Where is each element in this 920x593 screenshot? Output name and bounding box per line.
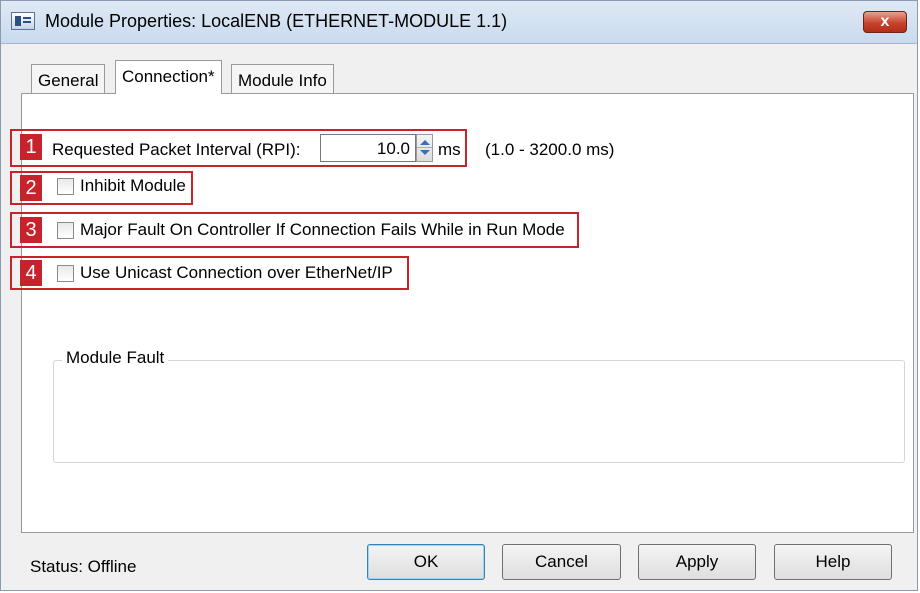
callout-badge-3: 3 bbox=[20, 217, 42, 243]
module-fault-group bbox=[53, 360, 905, 463]
cancel-button[interactable]: Cancel bbox=[502, 544, 621, 580]
tab-connection[interactable]: Connection* bbox=[115, 60, 222, 94]
callout-badge-2: 2 bbox=[20, 175, 42, 201]
callout-badge-1: 1 bbox=[20, 134, 42, 160]
help-button[interactable]: Help bbox=[774, 544, 892, 580]
close-button[interactable]: x bbox=[863, 11, 907, 33]
ok-button[interactable]: OK bbox=[367, 544, 485, 580]
callout-badge-4: 4 bbox=[20, 260, 42, 286]
close-icon: x bbox=[880, 13, 890, 30]
status-text: Status: Offline bbox=[30, 557, 137, 576]
callout-box-3 bbox=[10, 212, 579, 248]
title-bar[interactable]: Module Properties: LocalENB (ETHERNET-MO… bbox=[1, 1, 917, 44]
apply-button[interactable]: Apply bbox=[638, 544, 756, 580]
module-fault-title: Module Fault bbox=[62, 348, 169, 368]
window-title: Module Properties: LocalENB (ETHERNET-MO… bbox=[45, 11, 508, 31]
tab-module-info[interactable]: Module Info bbox=[231, 64, 334, 94]
tab-general[interactable]: General bbox=[31, 64, 106, 94]
callout-box-1 bbox=[10, 129, 467, 167]
module-properties-icon bbox=[11, 12, 35, 30]
rpi-range: (1.0 - 3200.0 ms) bbox=[485, 140, 615, 159]
callout-box-4 bbox=[10, 256, 409, 290]
